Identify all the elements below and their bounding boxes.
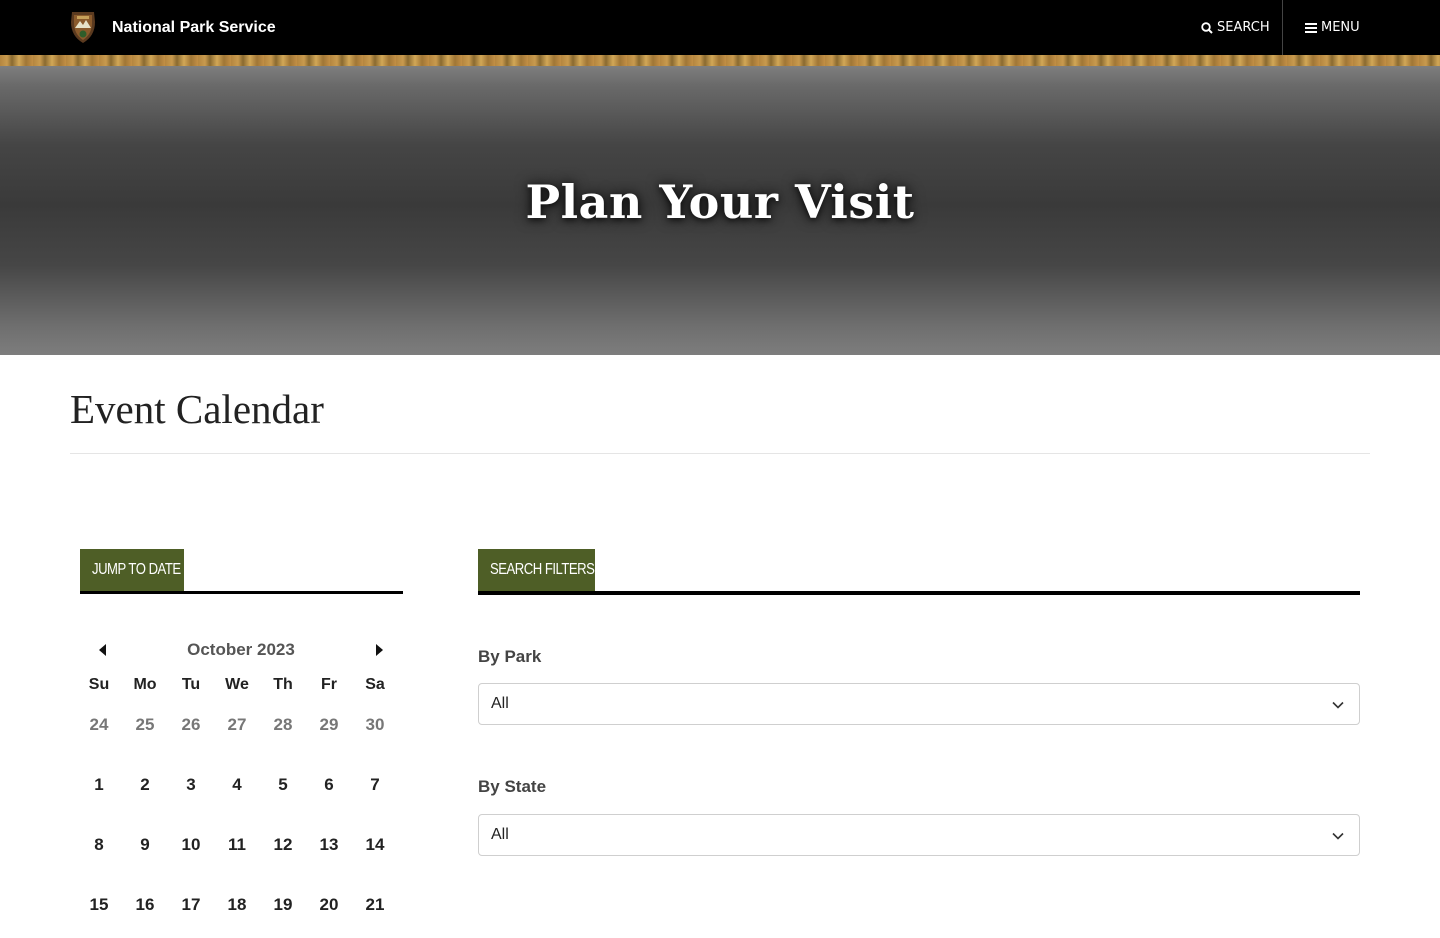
weekday-label: Su bbox=[88, 676, 110, 693]
weekday-label: Tu bbox=[181, 676, 201, 693]
site-header: National Park Service SEARCH MENU bbox=[0, 0, 1440, 55]
search-icon bbox=[1201, 21, 1213, 34]
calendar-day[interactable]: 3 bbox=[168, 758, 214, 818]
calendar-day[interactable]: 19 bbox=[260, 878, 306, 938]
calendar-day[interactable]: 20 bbox=[306, 878, 352, 938]
calendar-week-row: 24 25 26 27 28 29 30 bbox=[76, 698, 398, 758]
search-filters-rule bbox=[478, 591, 1360, 595]
by-park-select-value: All bbox=[491, 695, 509, 712]
calendar-day[interactable]: 12 bbox=[260, 818, 306, 878]
calendar-day-prev-month[interactable]: 25 bbox=[122, 698, 168, 758]
calendar-week-row: 1 2 3 4 5 6 7 bbox=[76, 758, 398, 818]
calendar-day-prev-month[interactable]: 28 bbox=[260, 698, 306, 758]
calendar-day-prev-month[interactable]: 30 bbox=[352, 698, 398, 758]
weekday-label: Mo bbox=[133, 676, 157, 693]
calendar-day[interactable]: 14 bbox=[352, 818, 398, 878]
caret-left-icon[interactable] bbox=[96, 643, 110, 657]
by-park-label: By Park bbox=[478, 647, 542, 666]
calendar-day[interactable]: 15 bbox=[76, 878, 122, 938]
calendar-day[interactable]: 10 bbox=[168, 818, 214, 878]
calendar-day[interactable]: 1 bbox=[76, 758, 122, 818]
calendar-day[interactable]: 8 bbox=[76, 818, 122, 878]
by-state-label: By State bbox=[478, 777, 547, 796]
calendar-day-prev-month[interactable]: 27 bbox=[214, 698, 260, 758]
by-state-select[interactable]: All bbox=[478, 814, 1360, 856]
weekday-label: Fr bbox=[321, 676, 337, 693]
jump-to-date-tab: JUMP TO DATE bbox=[80, 549, 184, 591]
calendar-day-prev-month[interactable]: 26 bbox=[168, 698, 214, 758]
weekday-label: Th bbox=[273, 676, 293, 693]
jump-to-date-rule bbox=[80, 591, 403, 594]
calendar-day[interactable]: 4 bbox=[214, 758, 260, 818]
calendar-day[interactable]: 5 bbox=[260, 758, 306, 818]
calendar-day[interactable]: 11 bbox=[214, 818, 260, 878]
calendar-grid: Su Mo Tu We Th Fr Sa 24 25 26 27 28 29 3… bbox=[76, 672, 398, 938]
weekday-label: We bbox=[225, 676, 249, 693]
calendar-day[interactable]: 21 bbox=[352, 878, 398, 938]
hero-image-strip bbox=[0, 55, 1440, 66]
chevron-down-icon bbox=[1332, 832, 1344, 840]
by-park-select[interactable]: All bbox=[478, 683, 1360, 725]
weekday-label: Sa bbox=[365, 676, 385, 693]
hero-banner: Plan Your Visit bbox=[0, 55, 1440, 355]
caret-right-icon[interactable] bbox=[372, 643, 386, 657]
calendar-day[interactable]: 7 bbox=[352, 758, 398, 818]
search-filters-label: SEARCH FILTERS bbox=[490, 561, 595, 578]
nav-divider bbox=[1282, 0, 1283, 55]
menu-button-label: MENU bbox=[1321, 20, 1360, 35]
jump-to-date-label: JUMP TO DATE bbox=[92, 561, 181, 578]
calendar-day[interactable]: 16 bbox=[122, 878, 168, 938]
hero-title: Plan Your Visit bbox=[525, 175, 915, 229]
menu-icon bbox=[1305, 23, 1317, 33]
search-button[interactable]: SEARCH bbox=[1201, 0, 1270, 55]
calendar-day-prev-month[interactable]: 29 bbox=[306, 698, 352, 758]
calendar-day[interactable]: 18 bbox=[214, 878, 260, 938]
menu-button[interactable]: MENU bbox=[1305, 0, 1360, 55]
title-divider bbox=[70, 453, 1370, 454]
calendar-day[interactable]: 2 bbox=[122, 758, 168, 818]
search-filters-tab: SEARCH FILTERS bbox=[478, 549, 595, 591]
calendar-month-label: October 2023 bbox=[187, 640, 295, 659]
calendar-week-row: 15 16 17 18 19 20 21 bbox=[76, 878, 398, 938]
site-name[interactable]: National Park Service bbox=[112, 19, 276, 37]
page-title: Event Calendar bbox=[70, 386, 324, 432]
nps-arrowhead-logo[interactable] bbox=[69, 10, 97, 44]
by-state-select-value: All bbox=[491, 826, 509, 843]
chevron-down-icon bbox=[1332, 701, 1344, 709]
calendar-day[interactable]: 6 bbox=[306, 758, 352, 818]
calendar-day-prev-month[interactable]: 24 bbox=[76, 698, 122, 758]
calendar-day[interactable]: 13 bbox=[306, 818, 352, 878]
calendar-week-row: 8 9 10 11 12 13 14 bbox=[76, 818, 398, 878]
calendar-day[interactable]: 9 bbox=[122, 818, 168, 878]
calendar-day[interactable]: 17 bbox=[168, 878, 214, 938]
calendar-weekday-row: Su Mo Tu We Th Fr Sa bbox=[76, 672, 398, 698]
search-button-label: SEARCH bbox=[1217, 20, 1270, 35]
